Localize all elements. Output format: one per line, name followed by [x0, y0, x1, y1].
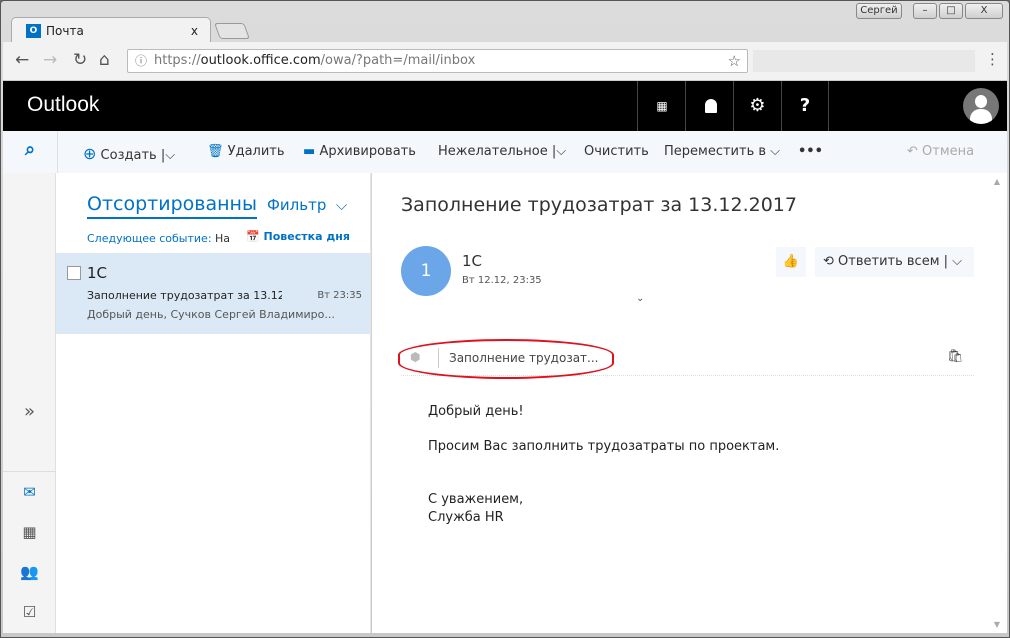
expand-icon[interactable]: »	[3, 401, 56, 422]
agenda-button[interactable]: 📅 Повестка дня	[246, 230, 350, 243]
sent-date: Вт 12.12, 23:35	[462, 275, 542, 286]
url-path: /owa/?path=/mail/inbox	[320, 53, 476, 68]
people-icon[interactable]: 👥	[3, 563, 56, 581]
agenda-label: Повестка дня	[263, 230, 350, 243]
create-button[interactable]: ⊕ Создать |⌵	[83, 144, 175, 163]
store-icon[interactable]: 🛍	[947, 349, 964, 364]
reply-all-label: Ответить всем	[838, 254, 940, 269]
body-line: Служба HR	[428, 510, 504, 525]
tab-focused[interactable]: Отсортированные	[87, 193, 257, 219]
command-toolbar: ⌕ ⊕ Создать |⌵ 🗑 Удалить ▬ Архивировать …	[3, 131, 1007, 173]
forward-icon[interactable]: →	[43, 50, 57, 70]
body-line: С уважением,	[428, 492, 524, 507]
message-subject: Заполнение трудозатрат за 13.12.2017	[87, 289, 282, 302]
body-line: Добрый день!	[428, 404, 524, 419]
outlook-icon: O	[26, 24, 41, 38]
archive-label: Архивировать	[319, 144, 416, 159]
tab-title: Почта	[46, 24, 84, 38]
junk-button[interactable]: Нежелательное |⌵	[438, 144, 566, 159]
browser-tab[interactable]: O Почта x	[11, 17, 211, 43]
maximize-button[interactable]: □	[939, 3, 963, 19]
archive-icon: ▬	[303, 144, 316, 159]
left-rail: » ✉ ▦ 👥 ☑	[3, 173, 56, 633]
help-icon[interactable]: ?	[781, 81, 829, 131]
close-tab-icon[interactable]: x	[191, 18, 198, 44]
filter-label: Фильтр	[267, 196, 327, 214]
address-bar-row: ← → ↻ ⌂ ⓘ https://outlook.office.com/owa…	[3, 42, 1007, 81]
undo-label: Отмена	[922, 144, 975, 159]
chevron-down-icon: ⌵	[770, 144, 781, 159]
chevron-down-icon[interactable]: ⌵	[165, 148, 175, 163]
next-event-value[interactable]: На	[215, 232, 230, 245]
message-preview: Добрый день, Сучков Сергей Владимиро...	[87, 308, 335, 321]
body-line: Просим Вас заполнить трудозатраты по про…	[428, 439, 780, 454]
plus-icon: ⊕	[83, 144, 97, 163]
move-button[interactable]: Переместить в ⌵	[664, 144, 780, 159]
mail-icon[interactable]: ✉	[3, 483, 56, 501]
calendar-icon: 📅	[246, 230, 260, 243]
sender-name[interactable]: 1С	[462, 252, 482, 270]
chevron-down-icon[interactable]: ⌵	[952, 254, 962, 269]
reply-all-button[interactable]: ⟲ Ответить всем | ⌵	[815, 247, 974, 277]
close-window-button[interactable]: X	[965, 3, 1003, 19]
chevron-down-icon[interactable]: ⌵	[556, 144, 566, 159]
user-avatar[interactable]	[963, 88, 999, 124]
message-sender: 1С	[87, 264, 108, 282]
list-item[interactable]: 1С Заполнение трудозатрат за 13.12.2017 …	[56, 253, 370, 334]
reading-pane: Заполнение трудозатрат за 13.12.2017 1 1…	[372, 173, 1007, 633]
info-icon: ⓘ	[135, 54, 148, 68]
undo-button[interactable]: ↶ Отмена	[907, 144, 974, 159]
reply-all-icon: ⟲	[823, 254, 834, 269]
sender-avatar: 1	[401, 246, 451, 296]
bell-icon[interactable]	[685, 81, 733, 131]
email-body: Добрый день! Просим Вас заполнить трудоз…	[428, 403, 779, 527]
profile-button[interactable]: Сергей	[856, 3, 902, 19]
email-subject: Заполнение трудозатрат за 13.12.2017	[401, 194, 797, 216]
home-icon[interactable]: ⌂	[99, 50, 110, 70]
browser-window: Сергей – □ X O Почта x ← → ↻ ⌂ ⓘ https:/…	[0, 0, 1010, 638]
filter-button[interactable]: Фильтр ⌵	[267, 196, 347, 214]
delete-button[interactable]: 🗑 Удалить	[207, 144, 285, 159]
minimize-button[interactable]: –	[913, 3, 937, 19]
highlight-annotation	[398, 339, 614, 379]
trash-icon: 🗑	[207, 144, 224, 159]
app-launcher-icon[interactable]: ▦	[637, 81, 685, 131]
url-input[interactable]: ⓘ https://outlook.office.com/owa/?path=/…	[127, 49, 748, 73]
url-host: outlook.office.com	[200, 53, 321, 68]
expand-header-icon[interactable]: ⌄	[636, 293, 644, 304]
menu-icon[interactable]: ⋮	[985, 50, 1000, 68]
sweep-button[interactable]: Очистить	[584, 144, 649, 159]
junk-label: Нежелательное	[438, 144, 548, 159]
select-checkbox[interactable]	[67, 266, 81, 280]
like-icon[interactable]: 👍	[776, 247, 806, 277]
archive-button[interactable]: ▬ Архивировать	[303, 144, 416, 159]
chevron-down-icon: ⌵	[335, 196, 348, 214]
search-icon[interactable]: ⌕	[25, 139, 35, 160]
message-time: Вт 23:35	[317, 290, 362, 301]
create-label: Создать	[100, 148, 157, 163]
next-event-label: Следующее событие:	[87, 232, 212, 245]
tasks-icon[interactable]: ☑	[3, 603, 56, 621]
next-event: Следующее событие: На	[87, 232, 232, 245]
gear-icon[interactable]: ⚙	[733, 81, 781, 131]
outlook-header: Outlook ▦ ⚙ ?	[3, 81, 1007, 131]
more-icon[interactable]: •••	[798, 144, 823, 159]
move-label: Переместить в	[664, 144, 767, 159]
back-icon[interactable]: ←	[15, 50, 29, 70]
new-tab-button[interactable]	[214, 23, 250, 39]
star-icon[interactable]: ☆	[728, 50, 741, 72]
app-title[interactable]: Outlook	[27, 93, 99, 117]
url-scheme: https://	[154, 53, 201, 68]
scrollbar[interactable]: ▲ ▼	[991, 173, 1003, 633]
message-list-pane: Отсортированные Фильтр ⌵ Следующее событ…	[56, 173, 371, 633]
calendar-icon[interactable]: ▦	[3, 523, 56, 541]
delete-label: Удалить	[227, 144, 285, 159]
reload-icon[interactable]: ↻	[73, 50, 87, 70]
extension-area	[753, 50, 975, 72]
